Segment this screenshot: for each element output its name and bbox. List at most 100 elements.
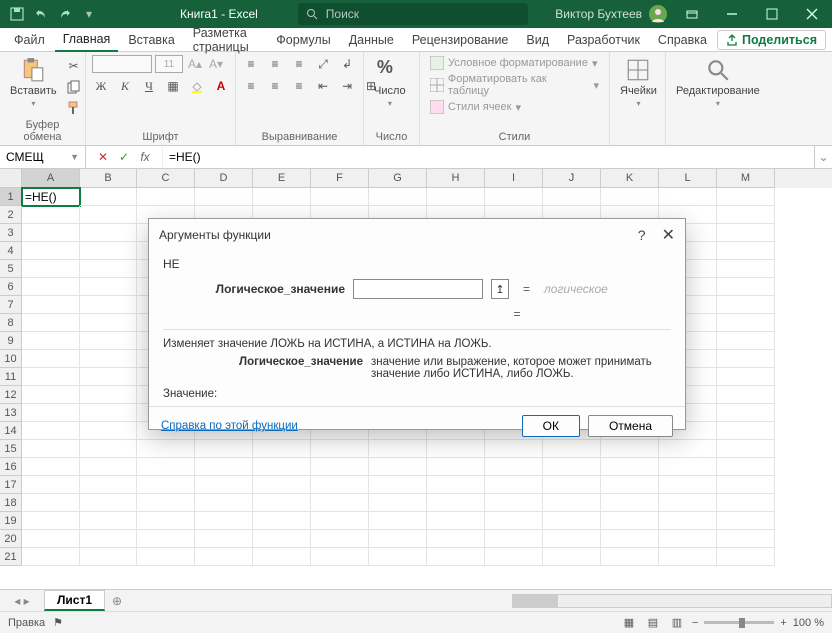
cell[interactable] xyxy=(311,548,369,566)
conditional-formatting-button[interactable]: Условное форматирование ▾ xyxy=(426,55,601,71)
row-header[interactable]: 5 xyxy=(0,260,22,278)
cell[interactable] xyxy=(659,458,717,476)
formula-input[interactable]: =НЕ() xyxy=(163,146,814,168)
cell[interactable] xyxy=(369,530,427,548)
tab-formulas[interactable]: Формулы xyxy=(268,29,338,51)
cell[interactable] xyxy=(601,476,659,494)
cell[interactable] xyxy=(195,494,253,512)
cell[interactable] xyxy=(80,476,137,494)
shrink-font-icon[interactable]: A▾ xyxy=(207,55,225,73)
cell[interactable] xyxy=(485,512,543,530)
cell[interactable] xyxy=(717,350,775,368)
cell[interactable] xyxy=(311,530,369,548)
row-header[interactable]: 17 xyxy=(0,476,22,494)
cell[interactable] xyxy=(311,494,369,512)
cell[interactable] xyxy=(717,224,775,242)
cell[interactable] xyxy=(717,242,775,260)
cell[interactable] xyxy=(80,458,137,476)
cell[interactable] xyxy=(195,458,253,476)
maximize-icon[interactable] xyxy=(752,0,792,28)
underline-icon[interactable]: Ч xyxy=(140,77,158,95)
cell[interactable] xyxy=(22,458,80,476)
cell[interactable] xyxy=(80,530,137,548)
font-name-box[interactable] xyxy=(92,55,152,73)
cell[interactable] xyxy=(717,278,775,296)
insert-function-icon[interactable]: fx xyxy=(136,150,154,164)
cell[interactable] xyxy=(659,548,717,566)
sheet-nav[interactable]: ◂ ▸ xyxy=(0,594,44,608)
align-center-icon[interactable]: ≡ xyxy=(266,77,284,95)
bold-icon[interactable]: Ж xyxy=(92,77,110,95)
function-help-link[interactable]: Справка по этой функции xyxy=(161,420,298,432)
cell[interactable] xyxy=(601,494,659,512)
cell[interactable] xyxy=(311,512,369,530)
row-header[interactable]: 2 xyxy=(0,206,22,224)
tab-review[interactable]: Рецензирование xyxy=(404,29,517,51)
view-page-icon[interactable]: ▤ xyxy=(644,614,662,632)
cell[interactable] xyxy=(80,548,137,566)
cell[interactable] xyxy=(485,458,543,476)
cell[interactable] xyxy=(22,422,80,440)
cell[interactable] xyxy=(80,512,137,530)
column-header[interactable]: G xyxy=(369,169,427,188)
row-header[interactable]: 15 xyxy=(0,440,22,458)
cell[interactable] xyxy=(137,476,195,494)
cell[interactable] xyxy=(253,458,311,476)
ok-button[interactable]: ОК xyxy=(522,415,580,437)
cell[interactable] xyxy=(253,494,311,512)
enter-formula-icon[interactable]: ✓ xyxy=(115,150,133,164)
collapse-dialog-icon[interactable]: ↥ xyxy=(491,279,509,299)
row-header[interactable]: 20 xyxy=(0,530,22,548)
tab-view[interactable]: Вид xyxy=(518,29,557,51)
cell[interactable] xyxy=(22,350,80,368)
cell[interactable] xyxy=(137,548,195,566)
align-mid-icon[interactable]: ≡ xyxy=(266,55,284,73)
cell[interactable] xyxy=(601,512,659,530)
cell[interactable] xyxy=(80,206,137,224)
cell[interactable] xyxy=(485,494,543,512)
column-header[interactable]: E xyxy=(253,169,311,188)
format-as-table-button[interactable]: Форматировать как таблицу ▾ xyxy=(426,72,603,98)
cell[interactable] xyxy=(717,188,775,206)
cell[interactable] xyxy=(80,260,137,278)
row-header[interactable]: 14 xyxy=(0,422,22,440)
save-icon[interactable] xyxy=(6,3,28,25)
cell[interactable] xyxy=(195,548,253,566)
cell[interactable] xyxy=(22,242,80,260)
cell[interactable] xyxy=(543,458,601,476)
cell[interactable] xyxy=(22,476,80,494)
cell[interactable] xyxy=(80,494,137,512)
minimize-icon[interactable] xyxy=(712,0,752,28)
cell[interactable] xyxy=(717,404,775,422)
number-format-button[interactable]: % Число ▾ xyxy=(370,55,410,110)
tab-developer[interactable]: Разработчик xyxy=(559,29,648,51)
cell[interactable] xyxy=(22,512,80,530)
row-header[interactable]: 1 xyxy=(0,188,22,206)
column-header[interactable]: J xyxy=(543,169,601,188)
align-top-icon[interactable]: ≡ xyxy=(242,55,260,73)
indent-inc-icon[interactable]: ⇥ xyxy=(338,77,356,95)
redo-icon[interactable] xyxy=(54,3,76,25)
close-icon[interactable]: ✕ xyxy=(662,225,675,245)
row-header[interactable]: 16 xyxy=(0,458,22,476)
cell[interactable] xyxy=(659,512,717,530)
view-break-icon[interactable]: ▥ xyxy=(668,614,686,632)
indent-dec-icon[interactable]: ⇤ xyxy=(314,77,332,95)
cell[interactable] xyxy=(253,476,311,494)
align-bot-icon[interactable]: ≡ xyxy=(290,55,308,73)
tab-help[interactable]: Справка xyxy=(650,29,715,51)
cell[interactable] xyxy=(80,314,137,332)
border-icon[interactable]: ▦ xyxy=(164,77,182,95)
accessibility-icon[interactable]: ⚑ xyxy=(53,616,63,629)
tab-home[interactable]: Главная xyxy=(55,28,119,52)
cell[interactable] xyxy=(717,206,775,224)
cell[interactable] xyxy=(369,476,427,494)
cell[interactable] xyxy=(485,476,543,494)
cell[interactable] xyxy=(659,530,717,548)
name-box[interactable]: СМЕЩ▼ xyxy=(0,146,86,168)
cell[interactable] xyxy=(253,512,311,530)
chevron-down-icon[interactable]: ▼ xyxy=(70,152,79,162)
editing-button[interactable]: Редактирование▾ xyxy=(672,55,764,110)
zoom-in-icon[interactable]: + xyxy=(780,617,786,629)
wrap-icon[interactable]: ↲ xyxy=(338,55,356,73)
